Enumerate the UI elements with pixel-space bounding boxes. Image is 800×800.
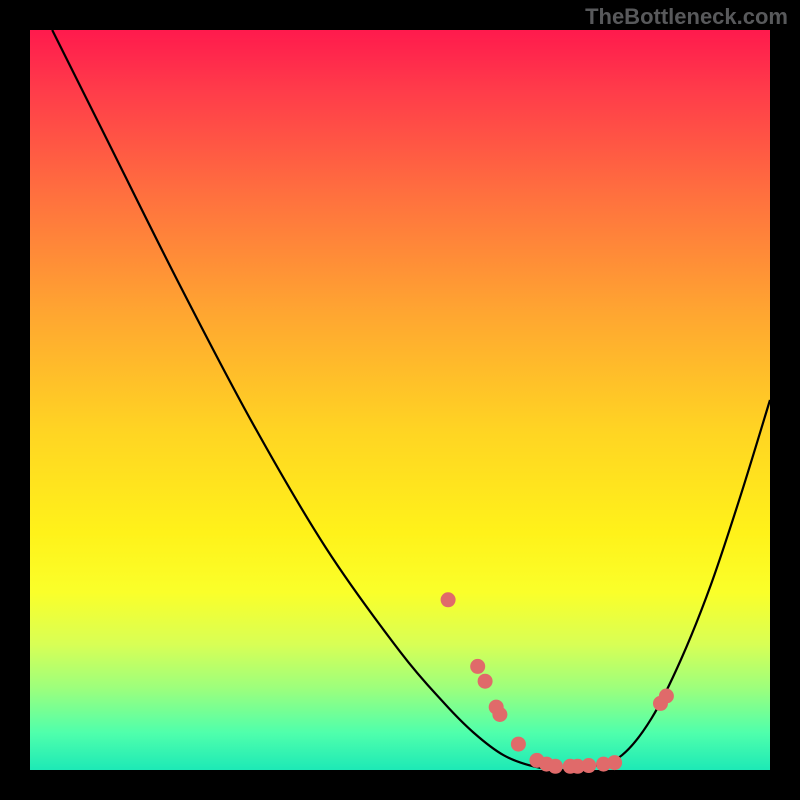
marker-group [441,592,674,774]
curve-svg [30,30,770,770]
config-marker [581,758,596,773]
chart-frame: TheBottleneck.com [0,0,800,800]
config-marker [607,755,622,770]
config-marker [470,659,485,674]
config-marker [659,689,674,704]
config-marker [478,674,493,689]
config-marker [492,707,507,722]
config-marker [548,759,563,774]
plot-area [30,30,770,770]
config-marker [441,592,456,607]
bottleneck-curve [52,30,770,770]
watermark-text: TheBottleneck.com [585,4,788,30]
config-marker [511,737,526,752]
